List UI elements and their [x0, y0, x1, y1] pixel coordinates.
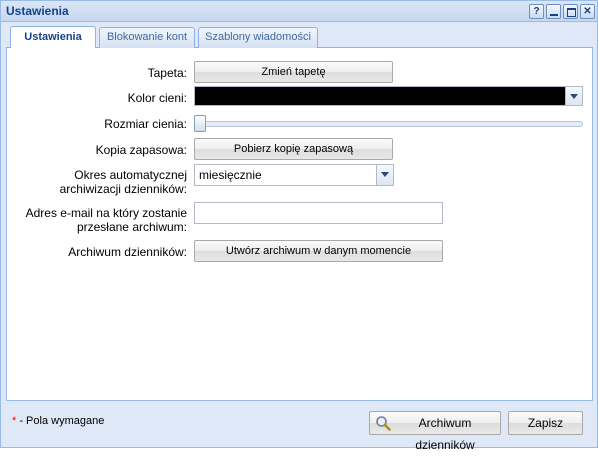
log-archive-label: Archiwum dzienników:	[68, 245, 187, 259]
slider-thumb[interactable]	[194, 115, 206, 132]
wallpaper-label: Tapeta:	[147, 66, 187, 80]
email-label-2: przesłane archiwum:	[76, 220, 187, 234]
close-icon[interactable]: ✕	[580, 4, 595, 19]
save-button[interactable]: Zapisz	[508, 411, 583, 435]
backup-label: Kopia zapasowa:	[95, 143, 187, 157]
magnifier-icon	[376, 416, 391, 431]
tab-account-blocking[interactable]: Blokowanie kont	[99, 27, 195, 48]
email-field[interactable]	[194, 202, 443, 224]
tab-message-templates[interactable]: Szablony wiadomości	[198, 27, 318, 48]
required-text: - Pola wymagane	[16, 415, 105, 427]
minimize-icon[interactable]	[546, 4, 561, 19]
log-archive-button[interactable]: Archiwum dzienników	[369, 411, 501, 452]
window-footer: * - Pola wymagane Archiwum dzienników Za…	[1, 401, 597, 452]
chevron-down-icon[interactable]	[376, 165, 393, 185]
maximize-icon[interactable]	[563, 4, 578, 19]
settings-form: Tapeta: Zmień tapetę Kolor cieni: Rozmia…	[6, 48, 593, 401]
archive-period-select[interactable]: miesięcznie	[194, 164, 394, 186]
create-archive-now-button[interactable]: Utwórz archiwum w danym momencie	[194, 240, 443, 262]
settings-window: Ustawienia ? ✕ Ustawienia Blokowanie kon…	[0, 0, 598, 452]
shadow-size-label: Rozmiar cienia:	[104, 117, 187, 131]
shadow-color-label: Kolor cieni:	[127, 91, 187, 105]
email-label-1: Adres e-mail na który zostanie	[25, 206, 187, 220]
shadow-size-slider[interactable]	[196, 121, 583, 127]
window-titlebar[interactable]: Ustawienia ? ✕	[1, 1, 597, 22]
window-title: Ustawienia	[6, 4, 69, 18]
required-note: * - Pola wymagane	[12, 415, 104, 427]
log-archive-button-label: Archiwum dzienników	[415, 416, 475, 452]
shadow-color-field[interactable]	[194, 86, 583, 106]
archive-period-label-1: Okres automatycznej	[74, 168, 187, 182]
archive-period-value: miesięcznie	[199, 168, 262, 182]
download-backup-button[interactable]: Pobierz kopię zapasową	[194, 138, 393, 160]
change-wallpaper-button[interactable]: Zmień tapetę	[194, 61, 393, 83]
help-icon[interactable]: ?	[529, 4, 544, 19]
tab-settings[interactable]: Ustawienia	[10, 26, 96, 49]
tab-strip: Ustawienia Blokowanie kont Szablony wiad…	[6, 24, 593, 49]
chevron-down-icon[interactable]	[565, 87, 582, 105]
archive-period-label-2: archiwizacji dzienników:	[59, 182, 187, 196]
